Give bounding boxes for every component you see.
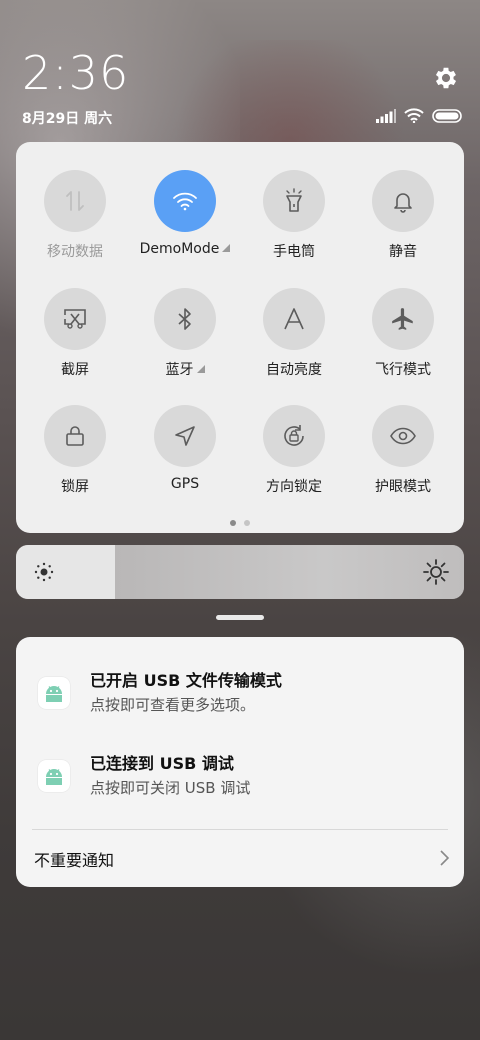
tile-auto-brightness[interactable]: 自动亮度 — [239, 288, 349, 379]
brightness-slider-track — [114, 545, 464, 599]
page-dot-1[interactable] — [230, 520, 236, 526]
tile-airplane[interactable]: 飞行模式 — [348, 288, 458, 379]
tile-eye-care[interactable]: 护眼模式 — [348, 405, 458, 496]
tile-gps-button[interactable] — [154, 405, 216, 467]
brightness-slider[interactable] — [16, 545, 464, 599]
notification-usb-transfer[interactable]: 已开启 USB 文件传输模式 点按即可查看更多选项。 — [16, 667, 464, 737]
eye-icon — [390, 427, 416, 445]
mobile-data-icon — [66, 191, 84, 211]
clock-time: 2:36 — [22, 46, 130, 100]
tile-gps[interactable]: GPS — [130, 405, 240, 492]
tile-demomode-button[interactable] — [154, 170, 216, 232]
tile-rotation-lock[interactable]: 方向锁定 — [239, 405, 349, 496]
location-arrow-icon — [175, 426, 195, 446]
tile-flashlight-label: 手电筒 — [273, 244, 315, 260]
expand-triangle-icon — [222, 244, 231, 252]
notification-title: 已连接到 USB 调试 — [90, 754, 234, 773]
tile-bluetooth-text: 蓝牙 — [165, 362, 194, 378]
tile-bluetooth[interactable]: 蓝牙 — [130, 288, 240, 379]
status-icons — [376, 108, 462, 123]
brightness-high-icon — [423, 559, 449, 585]
expand-triangle-icon — [196, 365, 205, 373]
clock-date: 8月29日 周六 — [22, 111, 113, 127]
auto-brightness-icon — [284, 308, 304, 330]
battery-icon — [432, 108, 462, 123]
tile-lock-screen-label: 锁屏 — [61, 479, 89, 495]
flashlight-icon — [286, 188, 302, 212]
unimportant-notifications-link[interactable]: 不重要通知 — [34, 847, 114, 871]
tile-mute[interactable]: 静音 — [348, 170, 458, 261]
notification-panel: 已开启 USB 文件传输模式 点按即可查看更多选项。 已连接到 USB 调试 点… — [16, 637, 464, 887]
rotation-lock-icon — [284, 425, 304, 446]
tile-demomode-text: DemoMode — [139, 241, 220, 257]
tile-mobile-data-label: 移动数据 — [47, 244, 103, 260]
tile-mute-label: 静音 — [389, 244, 417, 260]
android-icon — [38, 760, 70, 792]
tile-eye-care-button[interactable] — [372, 405, 434, 467]
wifi-icon — [404, 108, 424, 123]
notification-title: 已开启 USB 文件传输模式 — [90, 671, 282, 690]
tile-demomode-label: DemoMode — [130, 241, 240, 257]
tile-auto-brightness-button[interactable] — [263, 288, 325, 350]
tile-eye-care-label: 护眼模式 — [375, 479, 431, 495]
page-dot-2[interactable] — [244, 520, 250, 526]
page-indicator — [16, 520, 464, 526]
tile-flashlight[interactable]: 手电筒 — [239, 170, 349, 261]
drag-handle[interactable] — [216, 615, 264, 620]
screenshot-icon — [64, 309, 86, 329]
tile-screenshot-label: 截屏 — [61, 362, 89, 378]
settings-gear-icon[interactable] — [432, 64, 460, 92]
tile-mobile-data[interactable]: 移动数据 — [20, 170, 130, 261]
quick-settings-panel: 移动数据 DemoMode 手电筒 静音 截屏 蓝牙 自动亮度 飞行模式 锁屏 … — [16, 142, 464, 533]
tile-mute-button[interactable] — [372, 170, 434, 232]
tile-auto-brightness-label: 自动亮度 — [266, 362, 322, 378]
notification-subtitle: 点按即可关闭 USB 调试 — [90, 779, 251, 797]
bluetooth-icon — [178, 308, 191, 330]
brightness-low-icon — [34, 562, 54, 582]
airplane-icon — [392, 308, 413, 330]
tile-screenshot-button[interactable] — [44, 288, 106, 350]
tile-rotation-lock-button[interactable] — [263, 405, 325, 467]
tile-bluetooth-label: 蓝牙 — [130, 359, 240, 379]
tile-airplane-label: 飞行模式 — [375, 362, 431, 378]
android-icon — [38, 677, 70, 709]
chevron-right-icon[interactable] — [438, 849, 450, 867]
tile-lock-screen[interactable]: 锁屏 — [20, 405, 130, 496]
brightness-slider-fill — [16, 545, 115, 599]
tile-mobile-data-button[interactable] — [44, 170, 106, 232]
notification-usb-debug[interactable]: 已连接到 USB 调试 点按即可关闭 USB 调试 — [16, 750, 464, 820]
tile-flashlight-button[interactable] — [263, 170, 325, 232]
tile-airplane-button[interactable] — [372, 288, 434, 350]
bell-icon — [394, 193, 412, 213]
divider — [32, 829, 448, 830]
wifi-icon — [173, 192, 197, 211]
lock-icon — [66, 426, 84, 446]
tile-bluetooth-button[interactable] — [154, 288, 216, 350]
tile-lock-screen-button[interactable] — [44, 405, 106, 467]
tile-screenshot[interactable]: 截屏 — [20, 288, 130, 379]
tile-demomode[interactable]: DemoMode — [130, 170, 240, 257]
tile-gps-label: GPS — [170, 476, 200, 492]
notification-subtitle: 点按即可查看更多选项。 — [90, 696, 256, 714]
tile-rotation-lock-label: 方向锁定 — [266, 479, 322, 495]
signal-bars-icon — [376, 108, 396, 123]
